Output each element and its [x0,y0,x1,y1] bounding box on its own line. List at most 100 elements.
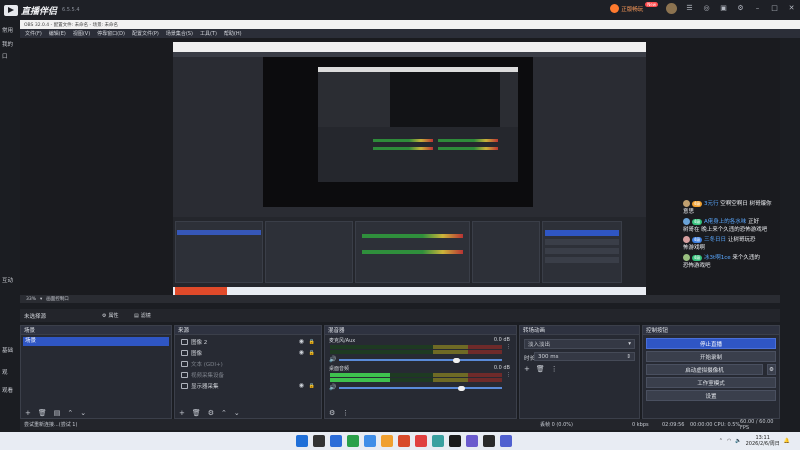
gear-icon[interactable]: ⚙ [329,409,335,417]
chevron-up-icon[interactable]: ⌃ [67,409,73,417]
notification-icon[interactable]: 🔔 [784,438,790,444]
menu-icon[interactable]: ☰ [685,4,694,13]
eye-icon[interactable]: ◉ [299,382,304,389]
properties-button[interactable]: ⚙ 属性 [102,311,119,320]
chevron-up-icon[interactable]: ⌃ [719,438,723,444]
filters-button[interactable]: ▤ 滤镜 [134,311,151,320]
wifi-icon[interactable]: ◠ [727,438,731,444]
more-icon[interactable]: ⋮ [506,344,511,350]
menu-view[interactable]: 视图(V) [73,30,90,37]
user-avatar[interactable] [666,3,677,14]
slider-knob[interactable] [453,357,461,363]
volume-slider[interactable] [339,385,502,391]
sidebar-item-5[interactable]: 观 [2,368,8,376]
sidebar-item-4[interactable]: 基础 [2,346,13,354]
menu-help[interactable]: 帮助(H) [224,30,242,37]
add-icon[interactable]: + [25,409,31,417]
trash-icon[interactable]: 🗑 [38,409,47,417]
chevron-down-icon[interactable]: ▾ [40,297,42,302]
scene-item[interactable]: 场景 [23,337,169,346]
menu-edit[interactable]: 编辑(E) [49,30,66,37]
taskbar-app-icon[interactable] [466,435,478,447]
clock[interactable]: 13:11 2026/2/6/周日 [746,435,780,447]
search-icon[interactable] [313,435,325,447]
eye-icon[interactable]: ◉ [299,349,304,356]
source-item[interactable]: 视频采集设备 [181,370,318,379]
stop-stream-button[interactable]: 停止直播 [646,338,776,349]
taskbar-app-icon[interactable] [500,435,512,447]
chevron-down-icon[interactable]: ⌄ [80,409,86,417]
captured-sources [265,221,353,283]
taskbar-app-icon[interactable] [330,435,342,447]
virtual-camera-settings-button[interactable]: ⚙ [767,364,776,375]
start-recording-button[interactable]: 开始录制 [646,351,776,362]
taskbar-app-icon[interactable] [364,435,376,447]
settings-button[interactable]: 设置 [646,390,776,401]
obs-preview[interactable] [20,38,780,295]
duration-input[interactable]: 300 ms ⇕ [534,352,635,361]
gear-icon[interactable]: ⚙ [208,409,214,417]
maximize-icon[interactable]: □ [770,4,779,13]
taskbar-app-icon[interactable] [449,435,461,447]
gear-icon[interactable]: ⚙ [736,4,745,13]
sidebar-item-1[interactable]: 我的 [2,40,13,48]
menu-docks[interactable]: 停靠窗口(D) [97,30,125,37]
sidebar-item-2[interactable]: 口 [2,52,8,60]
mixer-dock: 混音器 麦克风/Aux 0.0 dB ⋮ 🔊 桌面音频 0.0 dB ⋮ 🔊 ⚙… [324,325,517,419]
preview-control-label[interactable]: 画面控制口 [46,296,69,302]
fps: 60.00 / 60.00 FPS [740,418,774,431]
menu-profile[interactable]: 配置文件(P) [132,30,159,37]
trash-icon[interactable]: 🗑 [536,365,545,373]
speaker-icon[interactable]: 🔊 [329,384,336,391]
minimize-icon[interactable]: – [753,4,762,13]
source-item[interactable]: 图像 ◉ 🔒 [181,348,318,357]
source-item[interactable]: 图像 2 ◉ 🔒 [181,337,318,346]
add-icon[interactable]: + [524,365,530,373]
vip-button[interactable]: 正版畅玩 New [610,2,658,13]
chevron-up-icon[interactable]: ⌃ [221,409,227,417]
source-item[interactable]: 文本 (GDI+) [181,359,318,368]
shirt-icon[interactable]: ▣ [719,4,728,13]
taskbar-app-icon[interactable] [483,435,495,447]
taskbar-app-icon[interactable] [381,435,393,447]
more-icon[interactable]: ⋮ [506,372,511,378]
lock-icon[interactable]: 🔒 [309,350,315,356]
sidebar-item-3[interactable]: 互动 [2,276,13,284]
gear-icon: ⚙ [102,312,107,319]
chat-avatar [683,218,690,225]
volume-slider[interactable] [339,357,502,363]
nested-capture [318,67,518,182]
eye-icon[interactable]: ◉ [299,338,304,345]
taskbar-app-icon[interactable] [432,435,444,447]
filter-icon[interactable]: ▤ [54,409,61,417]
headset-icon[interactable]: ◎ [702,4,711,13]
volume-meter [330,378,502,382]
mixer-channel-desktop: 桌面音频 0.0 dB ⋮ 🔊 [327,365,514,391]
taskbar-app-icon[interactable] [398,435,410,447]
taskbar-app-icon[interactable] [347,435,359,447]
start-virtual-camera-button[interactable]: 启动虚拟摄像机 [646,364,763,375]
windows-start-icon[interactable] [296,435,308,447]
close-icon[interactable]: ✕ [787,4,796,13]
add-icon[interactable]: + [179,409,185,417]
lock-icon[interactable]: 🔒 [309,383,315,389]
more-icon[interactable]: ⋮ [551,365,558,373]
speaker-icon[interactable]: 🔊 [329,356,336,363]
taskbar-app-icon[interactable] [415,435,427,447]
zoom-level[interactable]: 33% [26,297,36,302]
source-item[interactable]: 显示器采集 ◉ 🔒 [181,381,318,390]
sidebar-item-6[interactable]: 观看 [2,386,13,394]
menu-scene-collection[interactable]: 场景集合(S) [166,30,193,37]
lock-icon[interactable]: 🔒 [309,339,315,345]
more-icon[interactable]: ⋮ [342,409,349,417]
sidebar-item-0[interactable]: 常用 [2,26,13,34]
chevron-down-icon[interactable]: ⌄ [234,409,240,417]
volume-meter [330,373,502,377]
speaker-icon[interactable]: 🔈 [735,438,741,444]
menu-file[interactable]: 文件(F) [25,30,42,37]
menu-tools[interactable]: 工具(T) [200,30,217,37]
slider-knob[interactable] [458,385,466,391]
trash-icon[interactable]: 🗑 [192,409,201,417]
transition-select[interactable]: 淡入淡出 ▾ [524,339,635,349]
studio-mode-button[interactable]: 工作室模式 [646,377,776,388]
